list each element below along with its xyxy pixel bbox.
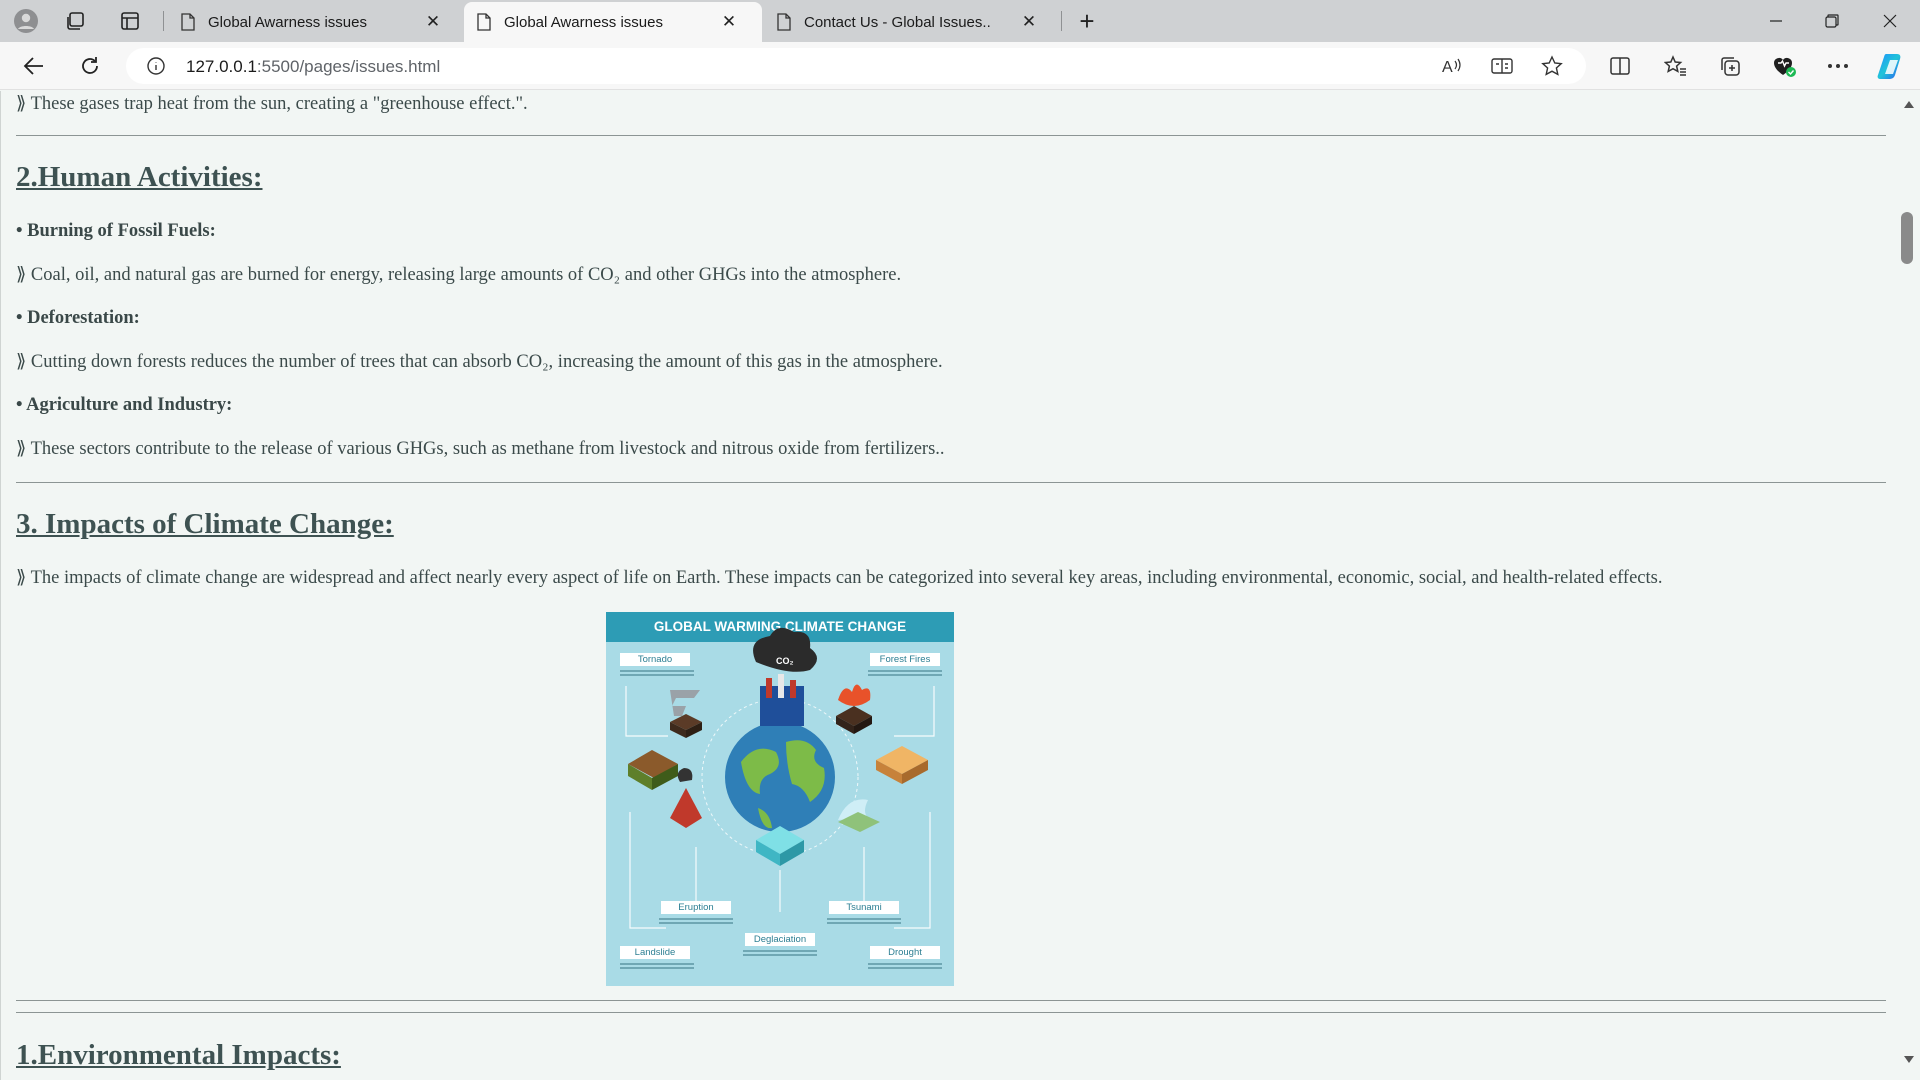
immersive-reader-icon[interactable]: [1488, 52, 1516, 80]
divider: [16, 1000, 1886, 1001]
collections-icon[interactable]: [1714, 50, 1746, 82]
forest-fires-lines: [868, 668, 942, 678]
fire-icon: [838, 684, 871, 706]
close-window-button[interactable]: [1862, 0, 1918, 42]
page-icon: [181, 13, 195, 31]
fossil-fuels-title: • Burning of Fossil Fuels:: [16, 221, 216, 241]
deforestation-text: ⟫ Cutting down forests reduces the numbe…: [16, 352, 943, 372]
address-bar[interactable]: 127.0.0.1:5500/pages/issues.html A: [126, 48, 1586, 84]
tab-strip: Global Awarness issues ✕ Global Awarness…: [0, 0, 1920, 42]
greenhouse-text: ⟫ These gases trap heat from the sun, cr…: [16, 94, 528, 114]
tab-title: Global Awarness issues: [504, 13, 663, 31]
svg-text:A: A: [1442, 59, 1453, 76]
co2-label: CO₂: [776, 656, 794, 666]
divider: [16, 135, 1886, 136]
url-text: 127.0.0.1:5500/pages/issues.html: [186, 57, 440, 77]
close-tab-icon[interactable]: ✕: [1019, 12, 1039, 32]
back-button[interactable]: [18, 50, 50, 82]
tsunami-label: Tsunami: [829, 901, 899, 914]
drought-label: Drought: [870, 946, 940, 959]
divider: [16, 482, 1886, 483]
tornado-icon: [670, 690, 700, 716]
eruption-label: Eruption: [661, 901, 731, 914]
agriculture-title: • Agriculture and Industry:: [16, 395, 233, 415]
scroll-up-icon[interactable]: [1903, 99, 1915, 109]
site-info-icon[interactable]: [146, 56, 166, 81]
volcano-icon: [670, 788, 702, 828]
divider: [16, 1012, 1886, 1013]
tab-separator: [163, 11, 164, 31]
browser-essentials-icon[interactable]: [1768, 50, 1800, 82]
eruption-lines: [659, 916, 733, 926]
landslide-lines: [620, 961, 694, 971]
tab-contact[interactable]: Contact Us - Global Issues.. ✕: [764, 2, 1058, 42]
read-aloud-icon[interactable]: A: [1438, 52, 1466, 80]
close-tab-icon[interactable]: ✕: [423, 12, 443, 32]
page-icon: [777, 13, 791, 31]
browser-toolbar: 127.0.0.1:5500/pages/issues.html A: [0, 42, 1920, 90]
tornado-label: Tornado: [620, 653, 690, 666]
refresh-button[interactable]: [74, 50, 106, 82]
tab-title: Contact Us - Global Issues..: [804, 13, 991, 31]
tab-actions-icon[interactable]: [118, 9, 142, 33]
minimize-button[interactable]: [1748, 0, 1804, 42]
tab-separator: [1061, 11, 1062, 31]
landslide-label: Landslide: [620, 946, 690, 959]
more-icon[interactable]: [1822, 50, 1854, 82]
workspaces-icon[interactable]: [64, 9, 88, 33]
impacts-heading: 3. Impacts of Climate Change:: [16, 508, 394, 540]
scroll-down-icon[interactable]: [1903, 1055, 1915, 1065]
page-icon: [477, 13, 491, 31]
tab-issues-2[interactable]: Global Awarness issues ✕: [464, 2, 762, 42]
scrollbar-thumb[interactable]: [1901, 212, 1913, 264]
url-path: :5500/pages/issues.html: [256, 57, 441, 76]
deglaciation-label: Deglaciation: [745, 933, 815, 946]
fossil-fuels-text: ⟫ Coal, oil, and natural gas are burned …: [16, 265, 902, 285]
favorite-star-icon[interactable]: [1538, 52, 1566, 80]
split-screen-icon[interactable]: [1604, 50, 1636, 82]
favorites-icon[interactable]: [1660, 50, 1692, 82]
deforestation-title: • Deforestation:: [16, 308, 140, 328]
close-tab-icon[interactable]: ✕: [719, 12, 739, 32]
drought-lines: [868, 961, 942, 971]
copilot-icon[interactable]: [1876, 50, 1908, 82]
tab-title: Global Awarness issues: [208, 13, 367, 31]
impacts-text: ⟫ The impacts of climate change are wide…: [16, 568, 1663, 588]
restore-button[interactable]: [1804, 0, 1860, 42]
url-host: 127.0.0.1: [186, 57, 257, 76]
forest-fires-label: Forest Fires: [870, 653, 940, 666]
human-activities-heading: 2.Human Activities:: [16, 161, 263, 193]
tab-issues-1[interactable]: Global Awarness issues ✕: [168, 2, 462, 42]
profile-icon[interactable]: [14, 9, 38, 33]
agriculture-text: ⟫ These sectors contribute to the releas…: [16, 439, 945, 459]
new-tab-button[interactable]: +: [1075, 6, 1099, 36]
page-viewport: ⟫ These gases trap heat from the sun, cr…: [0, 91, 1898, 1080]
deglaciation-lines: [743, 948, 817, 958]
environmental-impacts-heading: 1.Environmental Impacts:: [16, 1039, 341, 1071]
tornado-lines: [620, 668, 694, 678]
climate-change-infographic: GLOBAL WARMING CLIMATE CHANGE CO₂ Tornad…: [606, 612, 954, 986]
tsunami-lines: [827, 916, 901, 926]
